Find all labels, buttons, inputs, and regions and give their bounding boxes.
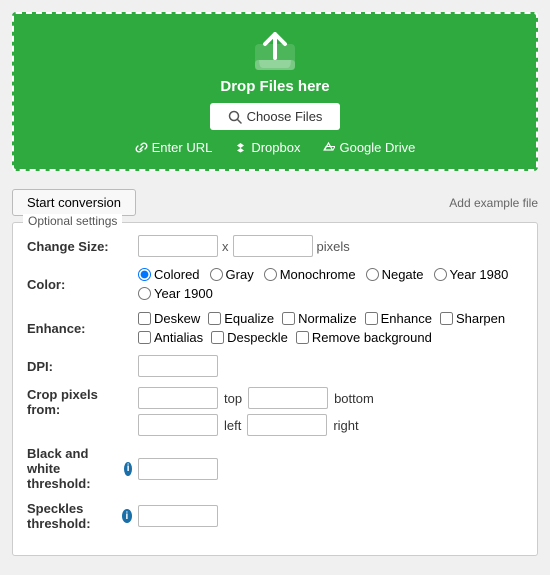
speckles-threshold-content xyxy=(138,505,218,527)
dpi-input[interactable] xyxy=(138,355,218,377)
settings-panel: Optional settings Change Size: x pixels … xyxy=(12,222,538,556)
color-row: Color: Colored Gray Monochrome Negate xyxy=(27,267,523,301)
color-gray-radio[interactable] xyxy=(210,268,223,281)
start-conversion-button[interactable]: Start conversion xyxy=(12,189,136,216)
bw-threshold-label: Black and white threshold: i xyxy=(27,446,132,491)
crop-top-input[interactable] xyxy=(138,387,218,409)
color-year1980-radio[interactable] xyxy=(434,268,447,281)
enhance-sharpen-option[interactable]: Sharpen xyxy=(440,311,505,326)
color-year1900-option[interactable]: Year 1900 xyxy=(138,286,213,301)
bw-threshold-content xyxy=(138,458,218,480)
enhance-remove-bg-option[interactable]: Remove background xyxy=(296,330,432,345)
speckles-info-icon[interactable]: i xyxy=(122,509,132,523)
crop-left-input[interactable] xyxy=(138,414,218,436)
height-input[interactable] xyxy=(233,235,313,257)
crop-bottom-input[interactable] xyxy=(248,387,328,409)
crop-label: Crop pixels from: xyxy=(27,387,132,417)
enter-url-link[interactable]: Enter URL xyxy=(135,140,213,155)
crop-section: top bottom left right xyxy=(138,387,374,436)
crop-content: top bottom left right xyxy=(138,387,374,436)
dpi-content xyxy=(138,355,218,377)
dropbox-icon xyxy=(234,141,247,154)
dpi-label: DPI: xyxy=(27,359,132,374)
speckles-threshold-label: Speckles threshold: i xyxy=(27,501,132,531)
enhance-equalize-checkbox[interactable] xyxy=(208,312,221,325)
x-separator: x xyxy=(222,239,229,254)
enhance-despeckle-option[interactable]: Despeckle xyxy=(211,330,288,345)
bw-info-icon[interactable]: i xyxy=(124,462,132,476)
right-label: right xyxy=(333,418,358,433)
add-example-link[interactable]: Add example file xyxy=(449,196,538,210)
upload-dropzone[interactable]: Drop Files here Choose Files Enter URL D… xyxy=(12,12,538,171)
width-input[interactable] xyxy=(138,235,218,257)
enhance-enhance-option[interactable]: Enhance xyxy=(365,311,432,326)
enhance-deskew-option[interactable]: Deskew xyxy=(138,311,200,326)
enhance-check-group: Deskew Equalize Normalize Enhance Sharpe… xyxy=(138,311,523,345)
bottom-label: bottom xyxy=(334,391,374,406)
search-icon xyxy=(228,110,242,124)
speckles-threshold-row: Speckles threshold: i xyxy=(27,501,523,531)
enhance-equalize-option[interactable]: Equalize xyxy=(208,311,274,326)
crop-row: Crop pixels from: top bottom left right xyxy=(27,387,523,436)
bw-threshold-input[interactable] xyxy=(138,458,218,480)
settings-legend: Optional settings xyxy=(23,214,122,228)
enhance-remove-bg-checkbox[interactable] xyxy=(296,331,309,344)
change-size-content: x pixels xyxy=(138,235,350,257)
color-colored-option[interactable]: Colored xyxy=(138,267,200,282)
enhance-enhance-checkbox[interactable] xyxy=(365,312,378,325)
color-gray-option[interactable]: Gray xyxy=(210,267,254,282)
enhance-antialias-option[interactable]: Antialias xyxy=(138,330,203,345)
enhance-label: Enhance: xyxy=(27,321,132,336)
crop-left-row: left right xyxy=(138,414,374,436)
color-monochrome-radio[interactable] xyxy=(264,268,277,281)
enhance-options: Deskew Equalize Normalize Enhance Sharpe… xyxy=(138,311,523,345)
google-drive-icon xyxy=(322,141,335,154)
top-label: top xyxy=(224,391,242,406)
upload-links: Enter URL Dropbox Google Drive xyxy=(24,140,526,155)
crop-right-input[interactable] xyxy=(247,414,327,436)
left-label: left xyxy=(224,418,241,433)
color-options: Colored Gray Monochrome Negate Year 1980 xyxy=(138,267,523,301)
drop-text: Drop Files here xyxy=(24,78,526,95)
crop-top-row: top bottom xyxy=(138,387,374,409)
color-radio-group: Colored Gray Monochrome Negate Year 1980 xyxy=(138,267,523,301)
color-year1900-radio[interactable] xyxy=(138,287,151,300)
color-colored-radio[interactable] xyxy=(138,268,151,281)
change-size-row: Change Size: x pixels xyxy=(27,235,523,257)
pixels-label: pixels xyxy=(317,239,350,254)
change-size-label: Change Size: xyxy=(27,239,132,254)
choose-files-button[interactable]: Choose Files xyxy=(210,103,341,130)
color-negate-radio[interactable] xyxy=(366,268,379,281)
google-drive-link[interactable]: Google Drive xyxy=(322,140,415,155)
color-monochrome-option[interactable]: Monochrome xyxy=(264,267,356,282)
enhance-despeckle-checkbox[interactable] xyxy=(211,331,224,344)
color-label: Color: xyxy=(27,277,132,292)
enhance-normalize-option[interactable]: Normalize xyxy=(282,311,357,326)
speckles-threshold-input[interactable] xyxy=(138,505,218,527)
dropbox-link[interactable]: Dropbox xyxy=(234,140,300,155)
enhance-deskew-checkbox[interactable] xyxy=(138,312,151,325)
link-icon xyxy=(135,141,148,154)
dpi-row: DPI: xyxy=(27,355,523,377)
bw-threshold-row: Black and white threshold: i xyxy=(27,446,523,491)
upload-icon xyxy=(251,32,299,72)
enhance-normalize-checkbox[interactable] xyxy=(282,312,295,325)
enhance-row: Enhance: Deskew Equalize Normalize Enhan… xyxy=(27,311,523,345)
enhance-antialias-checkbox[interactable] xyxy=(138,331,151,344)
color-negate-option[interactable]: Negate xyxy=(366,267,424,282)
enhance-sharpen-checkbox[interactable] xyxy=(440,312,453,325)
color-year1980-option[interactable]: Year 1980 xyxy=(434,267,509,282)
